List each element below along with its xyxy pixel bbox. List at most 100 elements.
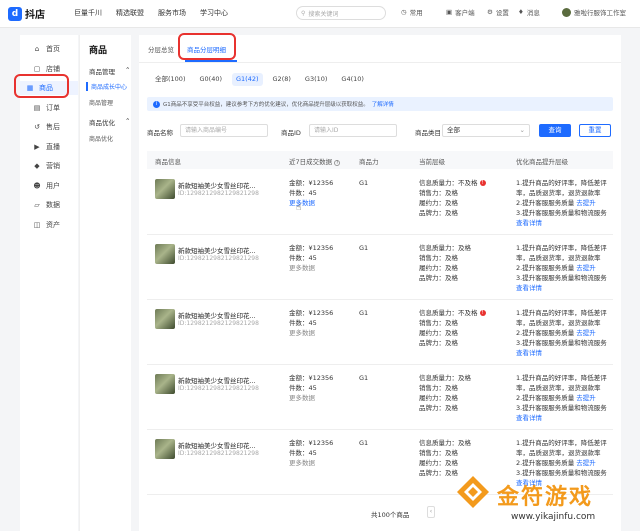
- more-data-link[interactable]: 更多数据: [289, 328, 333, 338]
- product-name[interactable]: 新款短袖美少女雪丝印花...: [178, 180, 256, 190]
- watermark-url: www.yikajinfu.com: [511, 512, 596, 522]
- top-item-client[interactable]: ▣ 客户端: [446, 7, 475, 17]
- filter-chip[interactable]: 全部(100): [151, 73, 189, 86]
- sidebar-item[interactable]: ☻ 用户: [33, 179, 60, 193]
- product-name[interactable]: 新款短袖美少女雪丝印花...: [178, 440, 256, 450]
- search-icon: ⚲: [301, 9, 306, 17]
- sales-count: 件数：45: [289, 254, 317, 262]
- topnav-item[interactable]: 巨量千川: [74, 8, 102, 18]
- product-id: ID:1298212982129821298: [178, 190, 259, 197]
- delivery-power: 履约力：及格: [419, 394, 458, 402]
- brand-logo[interactable]: d 抖店: [8, 6, 45, 21]
- current-level: 信息质量力：及格 销售力：及格 履约力：及格 品牌力：及格: [419, 373, 471, 413]
- product-thumbnail[interactable]: [155, 179, 175, 199]
- product-thumbnail[interactable]: [155, 309, 175, 329]
- sidebar-item[interactable]: ↺ 售后: [33, 120, 60, 134]
- improve-link[interactable]: 去提升: [576, 329, 596, 337]
- asset-icon: ◫: [33, 221, 41, 229]
- highlight-box-sidebar: [14, 74, 69, 98]
- view-details-link[interactable]: 查看详情: [516, 218, 607, 228]
- quality-power: 信息质量力：及格: [419, 244, 471, 252]
- highlight-box-tab: [178, 33, 236, 60]
- sidebar-item[interactable]: ▶ 直播: [33, 140, 60, 154]
- tip-line: 3.提升客服服务质量和物流服务: [516, 274, 607, 282]
- pager-prev-button[interactable]: ‹: [427, 506, 435, 518]
- error-icon: !: [479, 180, 486, 186]
- optimization-tips: 1.提升商品的好评率，降低差评 率，品质退货率，退货退款率 2.提升客服服务质量…: [516, 243, 607, 293]
- product-name[interactable]: 新款短袖美少女雪丝印花...: [178, 375, 256, 385]
- improve-link[interactable]: 去提升: [576, 264, 596, 272]
- sidebar-item[interactable]: ⌂ 首页: [33, 42, 60, 56]
- more-data-link[interactable]: 更多数据: [289, 458, 333, 468]
- sales-data: 金额：¥12356 件数：45 更多数据: [289, 373, 333, 403]
- product-power: G1: [359, 309, 369, 317]
- info-icon: i: [153, 100, 160, 108]
- quality-power: 信息质量力：及格: [419, 374, 471, 382]
- sidebar-item[interactable]: ◫ 资产: [33, 218, 60, 232]
- tip-line: 率，品质退货率，退货退款率: [516, 384, 601, 392]
- top-item-settings[interactable]: ⚙ 设置: [487, 7, 509, 17]
- product-id-input[interactable]: 请输入ID: [309, 124, 397, 137]
- group-product-optimization[interactable]: 商品优化 ⌃: [89, 117, 130, 127]
- search-button[interactable]: 查询: [539, 124, 571, 137]
- topnav-item[interactable]: 服务市场: [158, 8, 186, 18]
- sidebar-item-label: 订单: [46, 104, 60, 112]
- current-level: 信息质量力：及格 销售力：及格 履约力：及格 品牌力：及格: [419, 438, 471, 478]
- subitem-growth-center[interactable]: 商品成长中心: [86, 82, 127, 91]
- improve-link[interactable]: 去提升: [576, 199, 596, 207]
- shop-account[interactable]: 雅啦行服饰工作室: [562, 7, 626, 17]
- filter-chip[interactable]: G0(40): [195, 73, 226, 86]
- tip-line: 率，品质退货率，退货退款率: [516, 254, 601, 262]
- tip-line: 1.提升商品的好评率，降低差评: [516, 374, 607, 382]
- improve-link[interactable]: 去提升: [576, 394, 596, 402]
- column-header: 当前层级: [419, 158, 445, 166]
- more-data-link[interactable]: 更多数据: [289, 263, 333, 273]
- banner-link[interactable]: 了解详情: [372, 100, 394, 108]
- subitem-product-management[interactable]: 商品管理: [89, 98, 113, 107]
- product-name-input[interactable]: 请输入商品编号: [180, 124, 268, 137]
- top-item-messages[interactable]: ♦ 消息: [518, 7, 540, 17]
- topnav-item[interactable]: 精选联盟: [116, 8, 144, 18]
- category-value: 全部: [447, 126, 460, 134]
- error-icon: !: [479, 310, 486, 316]
- group-product-management[interactable]: 商品管理 ⌃: [89, 66, 130, 76]
- product-name[interactable]: 新款短袖美少女雪丝印花...: [178, 245, 256, 255]
- filter-chip[interactable]: G1(42): [232, 73, 263, 86]
- filter-chip[interactable]: G2(8): [269, 73, 295, 86]
- sidebar-item[interactable]: ▤ 订单: [33, 101, 60, 115]
- sidebar-item-label: 直播: [46, 143, 60, 151]
- product-thumbnail[interactable]: [155, 244, 175, 264]
- tip-line: 率，品质退货率，退货退款率: [516, 319, 601, 327]
- topnav-item[interactable]: 学习中心: [200, 8, 228, 18]
- search-input[interactable]: ⚲ 搜索关键词: [296, 6, 386, 20]
- sidebar-item[interactable]: ▱ 数据: [33, 198, 60, 212]
- view-details-link[interactable]: 查看详情: [516, 413, 607, 423]
- tip-line: 1.提升商品的好评率，降低差评: [516, 309, 607, 317]
- tip-line: 3.提升客服服务质量和物流服务: [516, 339, 607, 347]
- top-item-common[interactable]: ◷ 常用: [401, 7, 423, 17]
- watermark-logo-icon: [457, 476, 489, 508]
- reset-button[interactable]: 重置: [579, 124, 611, 137]
- sales-power: 销售力：及格: [419, 449, 458, 457]
- sidebar-item-label: 首页: [46, 45, 60, 53]
- filter-chip[interactable]: G4(10): [337, 73, 368, 86]
- product-thumbnail[interactable]: [155, 439, 175, 459]
- sidebar-item-label: 营销: [46, 162, 60, 170]
- pager-total: 共100个商品: [371, 511, 410, 519]
- sidebar-item[interactable]: ◆ 营销: [33, 159, 60, 173]
- column-header: 商品信息: [155, 158, 181, 166]
- subitem-product-optimization[interactable]: 商品优化: [89, 134, 113, 143]
- tab-overview[interactable]: 分层总览: [148, 44, 174, 54]
- help-icon[interactable]: ?: [334, 160, 341, 166]
- view-details-link[interactable]: 查看详情: [516, 283, 607, 293]
- filter-chip[interactable]: G3(10): [301, 73, 332, 86]
- optimization-tips: 1.提升商品的好评率，降低差评 率，品质退货率，退货退款率 2.提升客服服务质量…: [516, 178, 607, 228]
- product-thumbnail[interactable]: [155, 374, 175, 394]
- category-select[interactable]: 全部 ⌄: [442, 124, 530, 137]
- improve-link[interactable]: 去提升: [576, 459, 596, 467]
- view-details-link[interactable]: 查看详情: [516, 348, 607, 358]
- table-row: 新款短袖美少女雪丝印花... ID:1298212982129821298 金额…: [147, 301, 613, 365]
- sales-data: 金额：¥12356 件数：45 更多数据: [289, 308, 333, 338]
- more-data-link[interactable]: 更多数据: [289, 393, 333, 403]
- product-name[interactable]: 新款短袖美少女雪丝印花...: [178, 310, 256, 320]
